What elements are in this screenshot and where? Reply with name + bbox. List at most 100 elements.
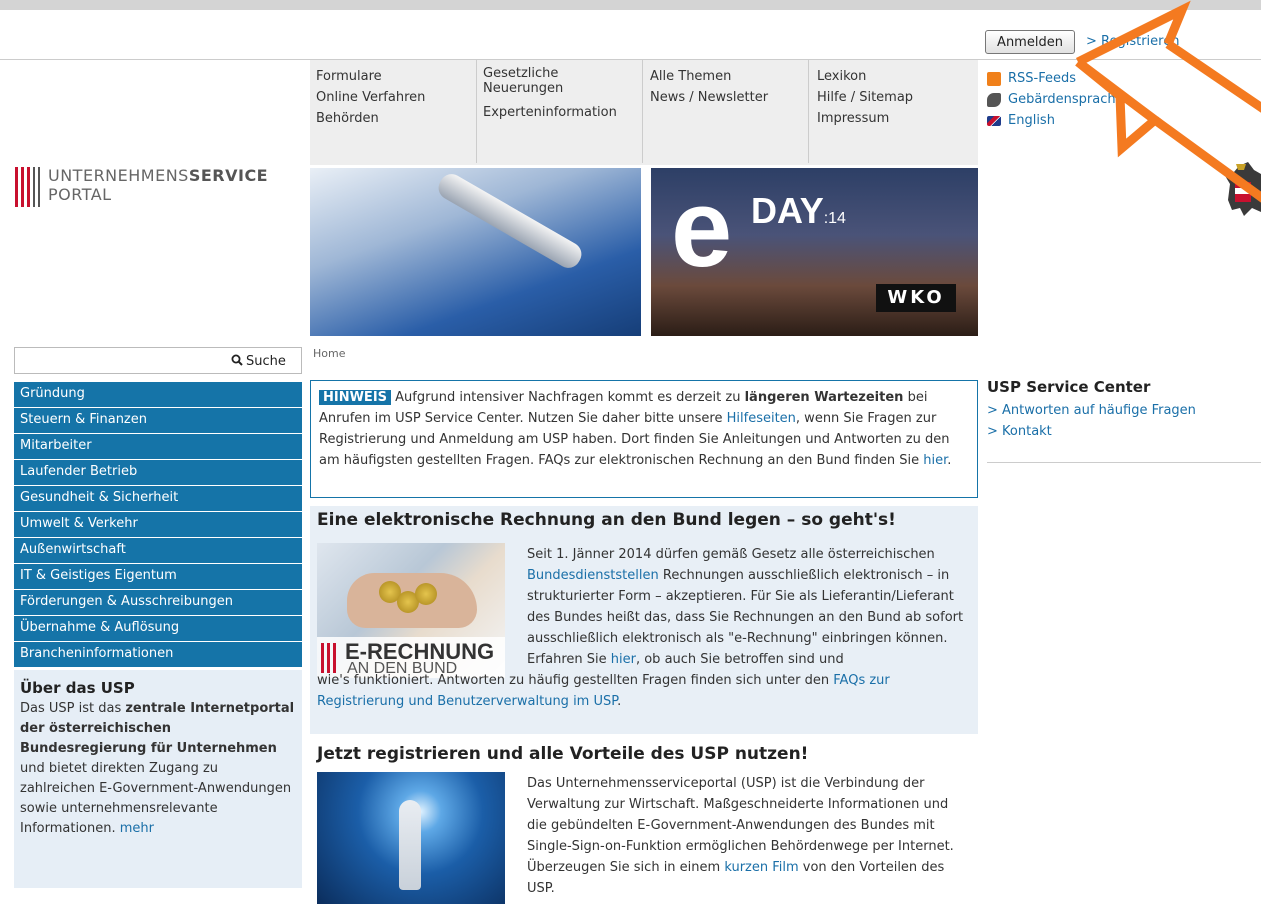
topnav-link[interactable]: Online Verfahren xyxy=(316,87,466,108)
sign-language-icon xyxy=(987,92,1001,107)
search-form: Suche xyxy=(14,347,302,374)
leftnav-item-branchen[interactable]: Brancheninformationen xyxy=(14,642,302,667)
topnav-link[interactable]: Formulare xyxy=(316,66,466,87)
logo-bars-icon xyxy=(15,167,40,207)
about-more-link[interactable]: mehr xyxy=(120,821,154,836)
leftnav-item-laufender-betrieb[interactable]: Laufender Betrieb xyxy=(14,460,302,485)
article-body-continued: wie's funktioniert. Antworten zu häufig … xyxy=(317,670,972,712)
wko-sign: WKO xyxy=(876,284,956,312)
finger-shape xyxy=(399,800,421,890)
banner-pen-image[interactable] xyxy=(310,168,641,336)
usp-logo[interactable]: UNTERNEHMENSSERVICE PORTAL xyxy=(15,166,268,207)
faq-here-link[interactable]: hier xyxy=(923,453,947,468)
banner-eday-image[interactable]: e DAY:14 WKO xyxy=(651,168,978,336)
article-title[interactable]: Jetzt registrieren und alle Vorteile des… xyxy=(317,744,808,764)
notice-box: HINWEIS Aufgrund intensiver Nachfragen k… xyxy=(310,380,978,498)
about-title: Über das USP xyxy=(20,679,135,697)
notice-text: Aufgrund intensiver Nachfragen kommt es … xyxy=(391,390,745,405)
article-registrieren: Jetzt registrieren und alle Vorteile des… xyxy=(310,740,978,904)
topnav-link[interactable]: Experteninformation xyxy=(483,102,638,123)
left-navigation: Gründung Steuern & Finanzen Mitarbeiter … xyxy=(14,382,302,668)
leftnav-item-uebernahme[interactable]: Übernahme & Auflösung xyxy=(14,616,302,641)
sign-language-link[interactable]: Gebärdensprache xyxy=(987,89,1124,110)
notice-badge: HINWEIS xyxy=(319,390,392,405)
eday-label: DAY:14 xyxy=(751,190,846,232)
topnav-link[interactable]: Hilfe / Sitemap xyxy=(817,87,967,108)
contact-link[interactable]: > Kontakt xyxy=(987,421,1261,442)
leftnav-item-mitarbeiter[interactable]: Mitarbeiter xyxy=(14,434,302,459)
rss-link-label[interactable]: RSS-Feeds xyxy=(1008,68,1076,89)
rss-icon xyxy=(987,71,1001,86)
sign-language-label[interactable]: Gebärdensprache xyxy=(1008,89,1124,110)
notice-bold-text: längeren Wartezeiten xyxy=(744,390,904,405)
article-body: Das Unternehmensserviceportal (USP) ist … xyxy=(527,773,972,899)
topnav-separator xyxy=(808,60,809,163)
help-pages-link[interactable]: Hilfeseiten xyxy=(727,411,796,426)
article-body: Seit 1. Jänner 2014 dürfen gemäß Gesetz … xyxy=(527,544,967,670)
coin-shape xyxy=(415,583,437,605)
search-button-label: Suche xyxy=(246,353,286,369)
eday-e-letter: e xyxy=(671,168,733,290)
service-links: RSS-Feeds Gebärdensprache English xyxy=(987,68,1124,131)
hier-link[interactable]: hier xyxy=(611,652,636,667)
topnav-link[interactable]: Behörden xyxy=(316,108,466,129)
logo-text: UNTERNEHMENSSERVICE PORTAL xyxy=(48,166,268,204)
faq-link[interactable]: > Antworten auf häufige Fragen xyxy=(987,400,1261,421)
rss-link[interactable]: RSS-Feeds xyxy=(987,68,1124,89)
browser-top-strip xyxy=(0,0,1261,10)
topnav-link[interactable]: Alle Themen xyxy=(650,66,800,87)
about-text: Das USP ist das xyxy=(20,701,126,716)
service-center-title: USP Service Center xyxy=(987,378,1151,396)
logo-line1-bold: SERVICE xyxy=(188,166,269,185)
breadcrumb[interactable]: Home xyxy=(313,347,345,360)
topnav-col-2: Gesetzliche Neuerungen Experteninformati… xyxy=(483,66,638,123)
eday-day-text: DAY xyxy=(751,190,824,231)
register-link[interactable]: > Registrieren xyxy=(1086,34,1179,49)
top-navigation: Formulare Online Verfahren Behörden Gese… xyxy=(310,60,978,165)
topnav-col-4: Lexikon Hilfe / Sitemap Impressum xyxy=(817,66,967,129)
search-input[interactable] xyxy=(15,348,227,373)
leftnav-item-steuern[interactable]: Steuern & Finanzen xyxy=(14,408,302,433)
topnav-link[interactable]: Gesetzliche Neuerungen xyxy=(483,66,593,96)
eday-year-text: :14 xyxy=(823,210,846,227)
about-text: und bietet direkten Zugang zu zahlreiche… xyxy=(20,761,292,836)
english-link[interactable]: English xyxy=(987,110,1124,131)
search-button[interactable]: Suche xyxy=(231,351,286,371)
topnav-separator xyxy=(642,60,643,163)
article-text: . xyxy=(617,694,622,709)
article-text: Seit 1. Jänner 2014 dürfen gemäß Gesetz … xyxy=(527,547,935,562)
about-usp-box: Über das USP Das USP ist das zentrale In… xyxy=(14,670,302,888)
topnav-separator xyxy=(476,60,477,163)
login-button[interactable]: Anmelden xyxy=(985,30,1075,54)
article-title[interactable]: Eine elektronische Rechnung an den Bund … xyxy=(317,510,896,530)
coat-of-arms-icon xyxy=(1224,162,1261,216)
pen-shape xyxy=(434,169,586,273)
leftnav-item-it[interactable]: IT & Geistiges Eigentum xyxy=(14,564,302,589)
article-text: , ob auch Sie betroffen sind und xyxy=(635,652,844,667)
leftnav-item-aussenwirtschaft[interactable]: Außenwirtschaft xyxy=(14,538,302,563)
logo-line1-regular: UNTERNEHMENS xyxy=(48,166,189,185)
topnav-col-1: Formulare Online Verfahren Behörden xyxy=(316,66,466,129)
article-e-rechnung: Eine elektronische Rechnung an den Bund … xyxy=(310,506,978,734)
uk-flag-icon xyxy=(987,115,1001,126)
search-icon xyxy=(231,354,243,366)
right-divider xyxy=(987,462,1261,463)
topnav-link[interactable]: Lexikon xyxy=(817,66,967,87)
topnav-link[interactable]: Impressum xyxy=(817,108,967,129)
leftnav-item-umwelt[interactable]: Umwelt & Verkehr xyxy=(14,512,302,537)
registration-image[interactable] xyxy=(317,772,505,904)
topnav-col-3: Alle Themen News / Newsletter xyxy=(650,66,800,108)
e-rechnung-image[interactable]: E-RECHNUNG AN DEN BUND xyxy=(317,543,505,678)
leftnav-item-gruendung[interactable]: Gründung xyxy=(14,382,302,407)
leftnav-item-foerderungen[interactable]: Förderungen & Ausschreibungen xyxy=(14,590,302,615)
logo-bars-icon xyxy=(321,643,336,673)
bundesdienststellen-link[interactable]: Bundesdienststellen xyxy=(527,568,659,583)
logo-line2: PORTAL xyxy=(48,185,112,204)
article-text: wie's funktioniert. Antworten zu häufig … xyxy=(317,673,834,688)
service-center-panel: USP Service Center > Antworten auf häufi… xyxy=(987,378,1261,442)
short-film-link[interactable]: kurzen Film xyxy=(724,860,798,875)
topnav-link[interactable]: News / Newsletter xyxy=(650,87,800,108)
english-label[interactable]: English xyxy=(1008,110,1055,131)
leftnav-item-gesundheit[interactable]: Gesundheit & Sicherheit xyxy=(14,486,302,511)
notice-text: . xyxy=(947,453,952,468)
